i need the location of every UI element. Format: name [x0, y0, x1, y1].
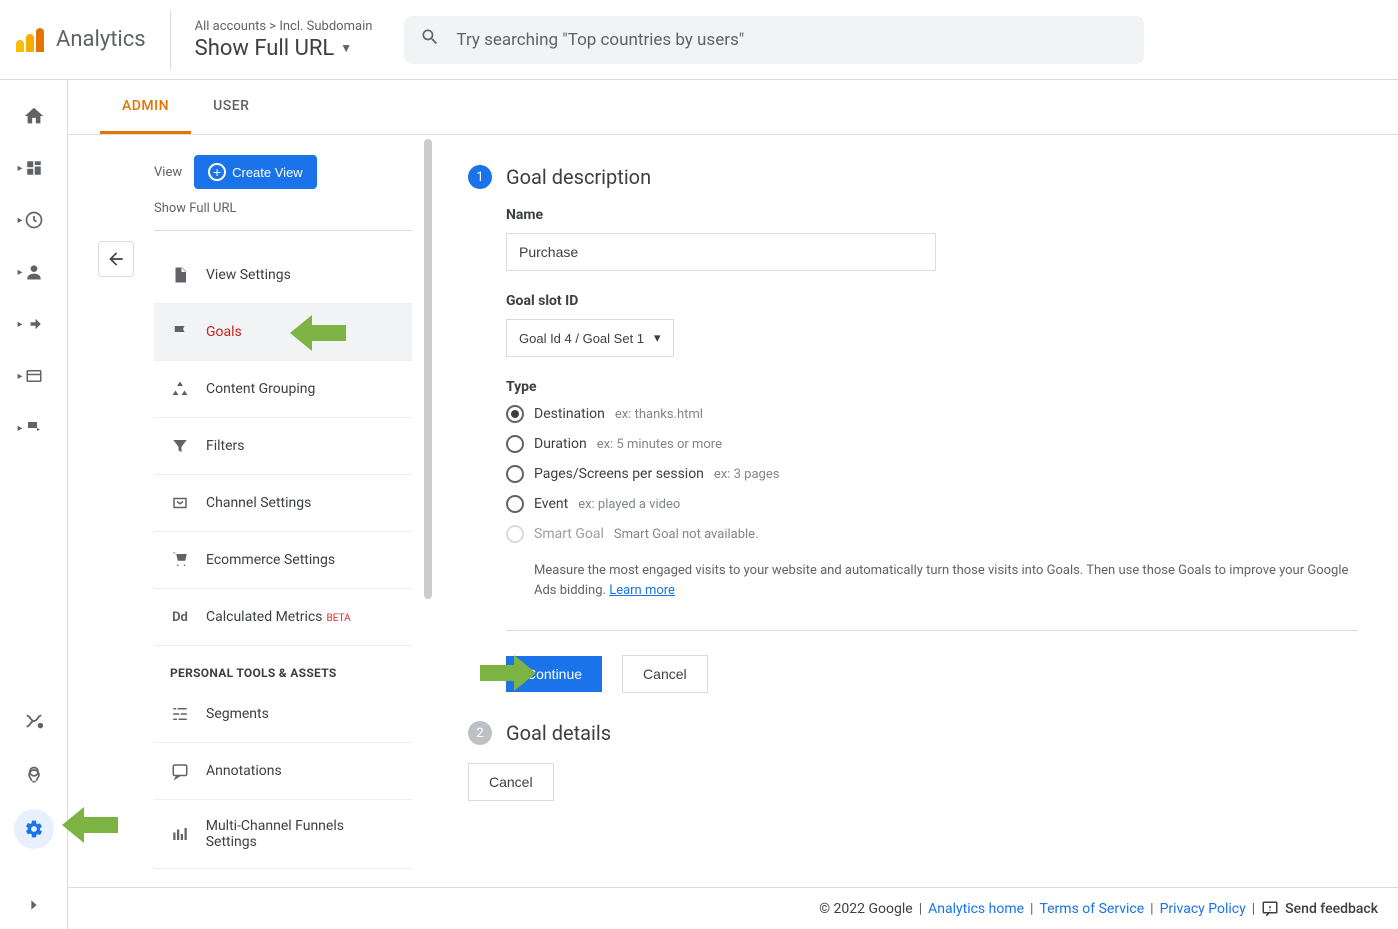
view-name-select[interactable]: Show Full URL: [154, 201, 412, 231]
annotations-icon: [170, 761, 190, 781]
smart-goal-description: Measure the most engaged visits to your …: [534, 561, 1358, 600]
learn-more-link[interactable]: Learn more: [609, 583, 675, 598]
radio-icon: [506, 465, 524, 483]
analytics-logo-icon: [16, 28, 44, 52]
sidebar-item-goals[interactable]: Goals: [154, 304, 412, 361]
header: Analytics All accounts > Incl. Subdomain…: [0, 0, 1398, 80]
filter-icon: [170, 436, 190, 456]
slot-dropdown[interactable]: Goal Id 4 / Goal Set 1 ▾: [506, 319, 674, 357]
attribution-icon[interactable]: [14, 701, 54, 741]
radio-icon: [506, 405, 524, 423]
conversions-icon[interactable]: ▸: [14, 408, 54, 448]
admin-gear-icon[interactable]: [14, 809, 54, 849]
acquisition-icon[interactable]: ▸: [14, 304, 54, 344]
flag-icon: [170, 322, 190, 342]
view-title: Show Full URL: [195, 36, 335, 61]
cancel-button[interactable]: Cancel: [622, 655, 708, 693]
sidebar-item-channel-settings[interactable]: Channel Settings: [154, 475, 412, 532]
type-label: Type: [506, 379, 1358, 395]
segments-icon: [170, 704, 190, 724]
admin-tabs: ADMIN USER: [68, 80, 1398, 135]
discover-icon[interactable]: [14, 755, 54, 795]
copyright: © 2022 Google: [819, 901, 913, 917]
logo-area[interactable]: Analytics: [16, 10, 171, 70]
metrics-icon: Dd: [170, 607, 190, 627]
name-label: Name: [506, 207, 1358, 223]
create-view-button[interactable]: + Create View: [194, 155, 317, 189]
radio-icon: [506, 495, 524, 513]
view-label: View: [154, 165, 182, 180]
sidebar-item-mcf-settings[interactable]: Multi-Channel Funnels Settings: [154, 800, 412, 869]
step-2-title: Goal details: [506, 721, 611, 745]
search-icon: [420, 27, 440, 52]
chevron-down-icon: ▼: [340, 41, 352, 55]
search-placeholder: Try searching "Top countries by users": [456, 30, 744, 50]
cancel-button-2[interactable]: Cancel: [468, 763, 554, 801]
channel-icon: [170, 493, 190, 513]
terms-link[interactable]: Terms of Service: [1039, 901, 1144, 917]
step-1-title: Goal description: [506, 165, 651, 189]
funnel-icon: [170, 824, 190, 844]
cart-icon: [170, 550, 190, 570]
breadcrumb: All accounts > Incl. Subdomain: [195, 19, 373, 34]
product-name: Analytics: [56, 27, 146, 52]
annotation-arrow-icon: [480, 655, 536, 695]
behavior-icon[interactable]: ▸: [14, 356, 54, 396]
sidebar-item-filters[interactable]: Filters: [154, 418, 412, 475]
name-input[interactable]: [506, 233, 936, 271]
send-feedback-button[interactable]: Send feedback: [1261, 900, 1378, 918]
tab-admin[interactable]: ADMIN: [100, 80, 191, 134]
radio-icon: [506, 435, 524, 453]
privacy-link[interactable]: Privacy Policy: [1160, 901, 1246, 917]
sidebar-item-ecommerce[interactable]: Ecommerce Settings: [154, 532, 412, 589]
radio-pages[interactable]: Pages/Screens per session ex: 3 pages: [506, 465, 1358, 483]
grouping-icon: [170, 379, 190, 399]
radio-duration[interactable]: Duration ex: 5 minutes or more: [506, 435, 1358, 453]
slot-label: Goal slot ID: [506, 293, 1358, 309]
left-nav-rail: ▸ ▸ ▸ ▸ ▸ ▸: [0, 80, 68, 929]
radio-event[interactable]: Event ex: played a video: [506, 495, 1358, 513]
radio-icon: [506, 525, 524, 543]
home-icon[interactable]: [14, 96, 54, 136]
admin-view-sidebar: View + Create View Show Full URL View Se…: [68, 135, 428, 929]
footer: © 2022 Google | Analytics home | Terms o…: [68, 887, 1398, 929]
step-1-badge: 1: [468, 165, 492, 189]
sidebar-item-calculated-metrics[interactable]: Dd Calculated MetricsBETA: [154, 589, 412, 646]
back-arrow-button[interactable]: [98, 241, 134, 277]
sidebar-item-view-settings[interactable]: View Settings: [154, 247, 412, 304]
sidebar-item-annotations[interactable]: Annotations: [154, 743, 412, 800]
document-icon: [170, 265, 190, 285]
annotation-arrow-icon: [62, 807, 118, 847]
chevron-down-icon: ▾: [654, 330, 661, 346]
expand-chevron-icon[interactable]: [26, 897, 42, 917]
radio-destination[interactable]: Destination ex: thanks.html: [506, 405, 1358, 423]
radio-smart-goal: Smart Goal Smart Goal not available.: [506, 525, 1358, 543]
goal-form: 1 Goal description Name Goal slot ID Goa…: [428, 135, 1398, 929]
realtime-icon[interactable]: ▸: [14, 200, 54, 240]
search-input[interactable]: Try searching "Top countries by users": [404, 16, 1144, 64]
analytics-home-link[interactable]: Analytics home: [928, 901, 1024, 917]
account-selector[interactable]: All accounts > Incl. Subdomain Show Full…: [171, 19, 373, 61]
plus-icon: +: [208, 163, 226, 181]
tab-user[interactable]: USER: [191, 80, 271, 134]
sidebar-item-segments[interactable]: Segments: [154, 686, 412, 743]
audience-icon[interactable]: ▸: [14, 252, 54, 292]
sidebar-item-content-grouping[interactable]: Content Grouping: [154, 361, 412, 418]
dashboard-icon[interactable]: ▸: [14, 148, 54, 188]
annotation-arrow-icon: [290, 315, 346, 355]
personal-tools-header: PERSONAL TOOLS & ASSETS: [170, 666, 412, 680]
feedback-icon: [1261, 900, 1279, 918]
step-2-badge: 2: [468, 721, 492, 745]
